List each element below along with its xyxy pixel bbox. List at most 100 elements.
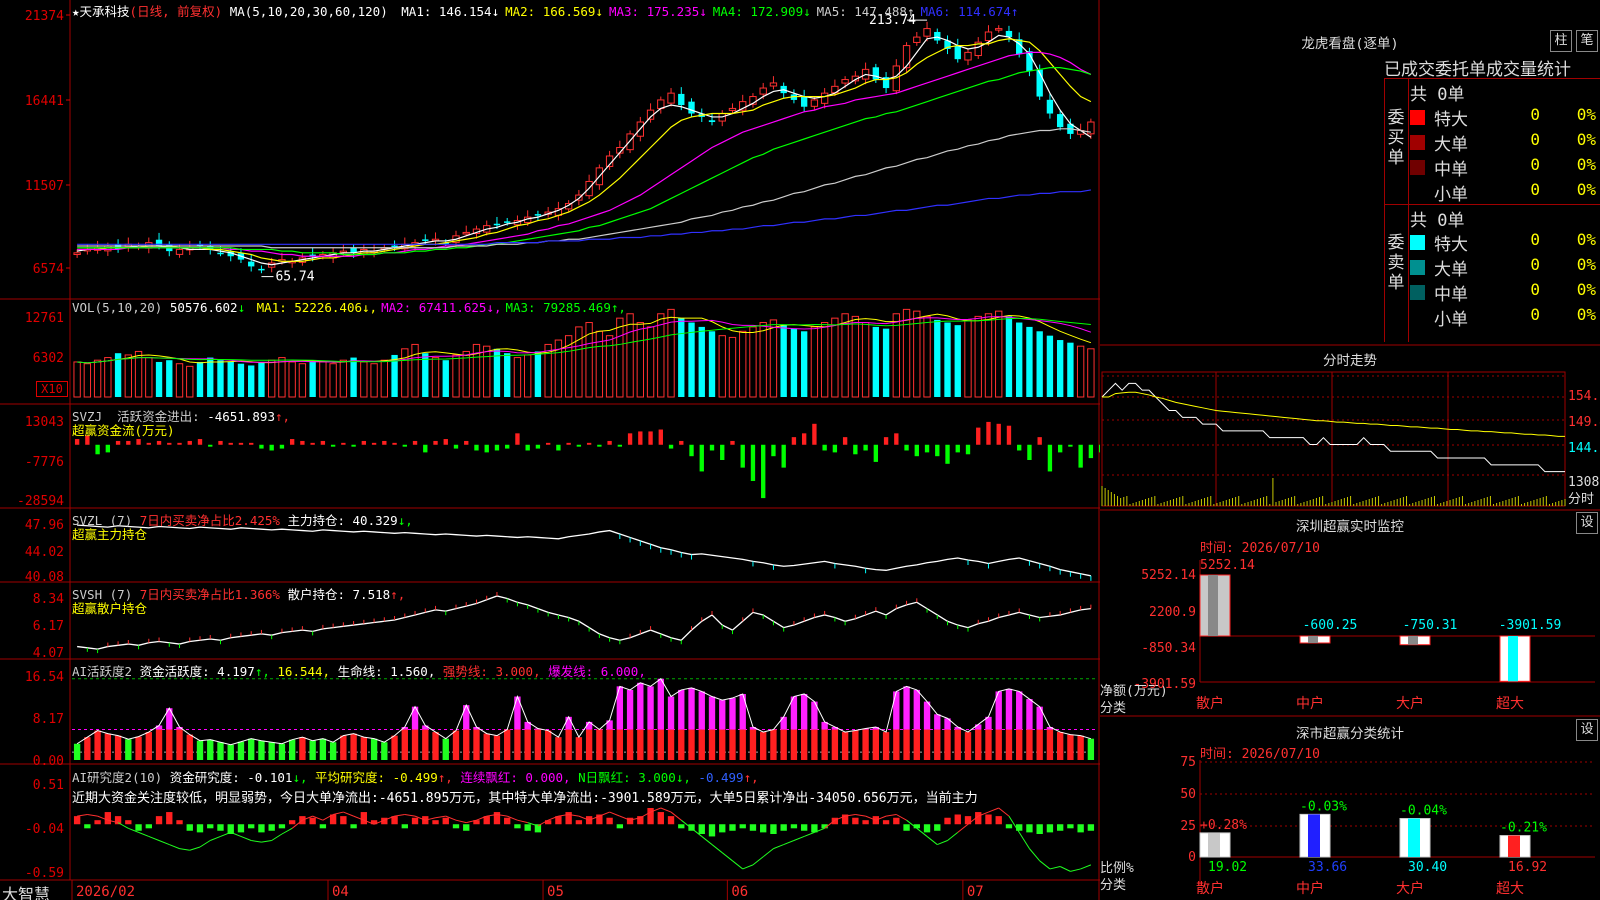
ai-active-burst-bar (1005, 688, 1013, 730)
svzj-bar (259, 444, 264, 449)
vol-bar (452, 354, 460, 398)
ai-research-line (711, 844, 723, 854)
ai-active-burst-bar (903, 686, 910, 730)
candle-body (841, 79, 849, 84)
ai-research-bar (923, 824, 931, 833)
vol-bar (892, 313, 900, 398)
vol-bar (646, 326, 655, 398)
ai-active-burst-bar (923, 701, 931, 730)
vol-bar (698, 326, 705, 397)
candle-body (1046, 99, 1054, 114)
ai-research-line (609, 811, 621, 817)
ai-active-bar (729, 729, 736, 760)
stats-value-label: 33.66 (1308, 860, 1347, 875)
ai-active-bar (104, 733, 112, 760)
ai-research-bar (749, 824, 757, 831)
ai-research-y-tick: 0.51 (33, 778, 64, 793)
ai-active-burst-bar (698, 691, 705, 730)
svzj-y-tick: -28594 (17, 494, 64, 509)
svzj-bar (320, 440, 326, 445)
svzj-bar (586, 442, 592, 445)
ai-active-bar (524, 729, 531, 760)
ai-active-bar (381, 742, 388, 760)
svzj-bar (177, 442, 182, 445)
ai-research-bar (401, 824, 408, 829)
ai-research-line (721, 852, 733, 862)
vol-bar (1036, 331, 1043, 397)
ai-research-bar (678, 824, 685, 829)
ai-active-burst-bar (637, 682, 644, 730)
ai-research-line (394, 814, 405, 817)
ai-active-bar (903, 729, 910, 760)
svzj-bar (310, 442, 315, 445)
ai-research-bar (237, 824, 245, 833)
vol-bar (964, 319, 972, 398)
ai-active-bar (452, 730, 460, 760)
vol-unit-badge[interactable]: X10 (36, 381, 68, 397)
stats-cat-label: 中户 (1296, 880, 1324, 897)
vol-bar (831, 317, 839, 398)
svzj-bar (238, 442, 244, 445)
kline-header: ★天承科技(日线, 前复权) MA(5,10,20,30,60,120) MA1… (72, 1, 1018, 20)
ai-research-bar (125, 820, 132, 825)
ai-active-bar (749, 729, 757, 760)
ai-active-bar (893, 729, 900, 760)
ai-research-line (886, 814, 897, 817)
vol-bar (605, 335, 614, 398)
stats-bar-stripe (1208, 832, 1220, 857)
ai-active-bar (585, 729, 593, 760)
svzj-bar (976, 427, 981, 445)
svzj-bar (1088, 444, 1094, 459)
svzj-bar (832, 444, 838, 453)
ai-research-bar (719, 824, 726, 833)
vol-y-tick: 6302 (33, 351, 64, 366)
ai-active-burst-bar (800, 693, 808, 730)
ai-active-bar (667, 729, 675, 760)
ai-active-bar (923, 729, 931, 760)
candle-body (678, 93, 685, 106)
main-chart-area[interactable]: 2137416441115076574213.7465.741276163021… (0, 0, 1100, 900)
svzj-bar (607, 440, 612, 445)
ai-research-bar (667, 816, 675, 825)
svzj-bar (464, 440, 469, 445)
vol-bar (380, 359, 388, 398)
vol-ma-item-1: MA1: 52226.406↓, (256, 300, 378, 315)
vol-bar (145, 357, 153, 398)
svzj-bar (187, 440, 192, 445)
svzj-bar (617, 444, 623, 447)
ai-active-bar (237, 741, 245, 760)
monitor-cat-label: 超大 (1496, 696, 1524, 712)
vol-bar (483, 345, 491, 398)
ai-research-line (1029, 848, 1041, 862)
ai-active-bar (862, 729, 869, 760)
monitor-y-tick: 2200.9 (1149, 605, 1196, 620)
svzj-bar (289, 439, 295, 445)
vol-bar (1005, 316, 1013, 397)
ai-research-bar (278, 824, 286, 829)
svzj-bar (402, 444, 407, 447)
vol-bar (227, 361, 234, 397)
ai-research-bar (514, 824, 521, 829)
stats-y-tick: 75 (1180, 755, 1196, 770)
vol-bar (360, 361, 368, 398)
svzj-bar (627, 433, 633, 445)
ai-research-bar (698, 824, 705, 834)
svzj-bar (576, 444, 582, 447)
ai-active-y-tick: 8.17 (33, 712, 64, 727)
ai-active-bar (944, 729, 951, 760)
ai-research-bar (360, 812, 368, 825)
vol-bar (93, 359, 102, 398)
ai-research-bar (1056, 824, 1064, 831)
ai-active-burst-bar (934, 714, 941, 730)
ai-active-bar (770, 729, 777, 760)
ai-research-bar (647, 808, 654, 825)
ma-line-ma10 (77, 38, 1092, 262)
candle-body (800, 96, 808, 107)
intraday-y-tick: 1308 (1568, 475, 1599, 490)
ai-research-bar (882, 820, 890, 825)
svzj-bar (351, 444, 356, 447)
ai-active-burst-bar (647, 686, 654, 730)
monitor-bar-label: -600.25 (1303, 618, 1358, 633)
intraday-avg-line (1102, 391, 1565, 437)
ai-active-bar (780, 729, 787, 760)
